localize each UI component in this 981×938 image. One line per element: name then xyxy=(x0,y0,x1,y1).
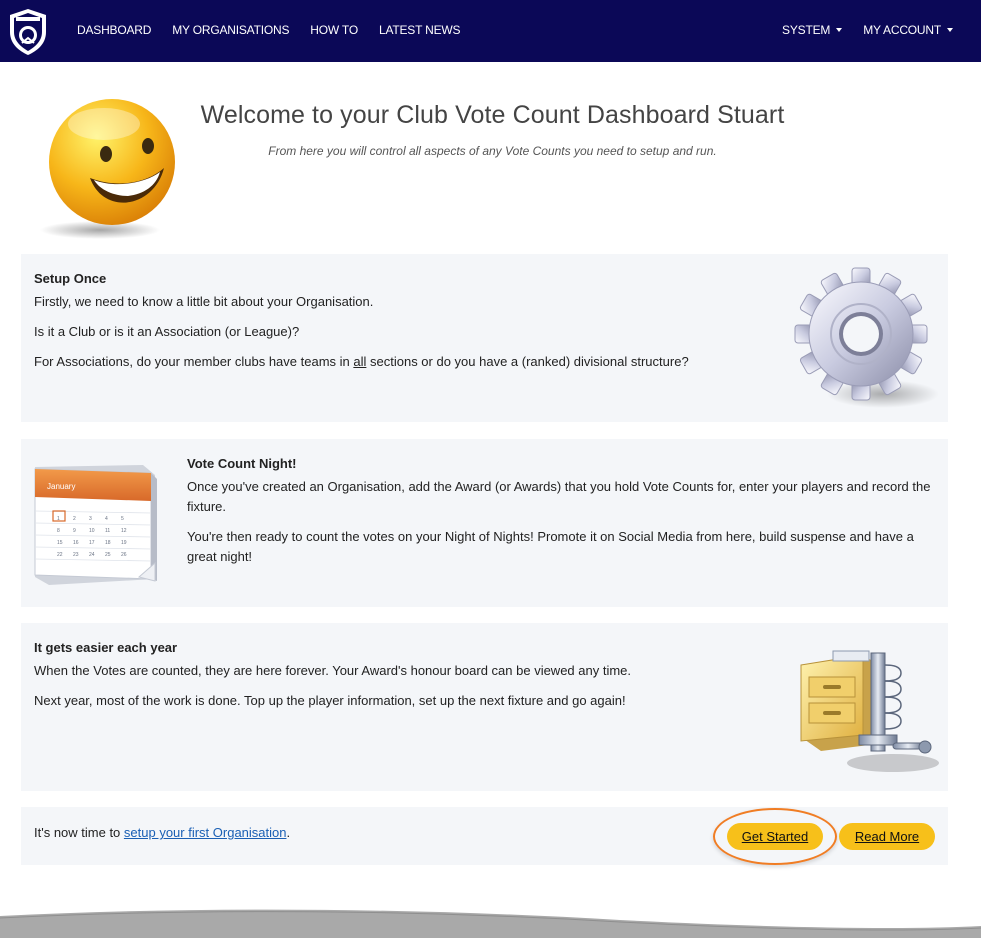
card-paragraph: Firstly, we need to know a little bit ab… xyxy=(34,294,374,309)
svg-text:18: 18 xyxy=(105,540,111,546)
chevron-down-icon xyxy=(836,27,843,32)
easier-each-year-card: It gets easier each year When the Votes … xyxy=(21,623,948,791)
card-paragraph: Once you've created an Organisation, add… xyxy=(187,479,931,514)
svg-text:10: 10 xyxy=(89,528,95,534)
svg-text:5: 5 xyxy=(121,516,124,522)
svg-text:15: 15 xyxy=(57,540,63,546)
page-title: Welcome to your Club Vote Count Dashboar… xyxy=(200,101,785,129)
setup-once-card: Setup Once Firstly, we need to know a li… xyxy=(21,254,948,422)
svg-text:23: 23 xyxy=(73,552,79,558)
nav-system-label: SYSTEM xyxy=(782,23,831,37)
nav-my-organisations[interactable]: MY ORGANISATIONS xyxy=(172,23,289,37)
svg-text:11: 11 xyxy=(105,528,110,534)
vote-count-night-card: January 12345 8 9 10 11 12 15 16 17 18 19 22 23 24… xyxy=(21,439,948,607)
nav-system-dropdown[interactable]: SYSTEM xyxy=(782,23,843,37)
card-paragraph: You're then ready to count the votes on … xyxy=(187,529,914,564)
svg-text:12: 12 xyxy=(121,528,127,534)
card-title: Setup Once xyxy=(34,271,107,286)
get-started-button[interactable]: Get Started xyxy=(727,823,823,850)
footer-wave xyxy=(0,909,981,938)
cta-text: It's now time to setup your first Organi… xyxy=(34,825,290,840)
top-navbar: DASHBOARD MY ORGANISATIONS HOW TO LATEST… xyxy=(0,0,981,62)
archive-cabinet-icon xyxy=(800,650,939,772)
card-paragraph: For Associations, do your member clubs h… xyxy=(34,352,754,372)
chevron-down-icon xyxy=(947,27,953,32)
svg-text:19: 19 xyxy=(121,540,127,546)
card-title: It gets easier each year xyxy=(34,640,178,655)
card-paragraph: When the Votes are counted, they are her… xyxy=(34,663,632,678)
nav-how-to[interactable]: HOW TO xyxy=(310,23,358,37)
paragraph-text: sections or do you have a (ranked) divis… xyxy=(366,354,689,369)
svg-text:2: 2 xyxy=(73,516,76,522)
svg-text:4: 4 xyxy=(105,516,108,522)
nav-dashboard[interactable]: DASHBOARD xyxy=(77,23,151,37)
setup-organisation-link[interactable]: setup your first Organisation xyxy=(124,825,287,840)
card-paragraph: Next year, most of the work is done. Top… xyxy=(34,693,626,708)
emphasis-text: all xyxy=(353,354,367,369)
nav-my-account-label: MY ACCOUNT xyxy=(863,23,941,37)
nav-my-account-dropdown[interactable]: MY ACCOUNT xyxy=(863,23,953,37)
calendar-month-label: January xyxy=(47,482,75,491)
svg-text:9: 9 xyxy=(73,528,76,534)
cta-text-before: It's now time to xyxy=(34,825,124,840)
svg-text:24: 24 xyxy=(89,552,95,558)
card-title: Vote Count Night! xyxy=(187,456,297,471)
svg-text:8: 8 xyxy=(57,528,60,534)
calendar-icon: January 12345 8 9 10 11 12 15 16 17 18 19 22 23 24… xyxy=(34,465,157,585)
svg-text:16: 16 xyxy=(73,540,79,546)
page-subtitle: From here you will control all aspects o… xyxy=(268,144,717,158)
svg-text:26: 26 xyxy=(121,552,127,558)
svg-text:22: 22 xyxy=(57,552,63,558)
svg-text:17: 17 xyxy=(89,540,95,546)
paragraph-text: For Associations, do your member clubs h… xyxy=(34,354,354,369)
gear-icon xyxy=(794,267,939,408)
svg-text:3: 3 xyxy=(89,516,92,522)
card-paragraph: Is it a Club or is it an Association (or… xyxy=(34,324,300,339)
call-to-action-card: It's now time to setup your first Organi… xyxy=(21,807,948,865)
cta-text-after: . xyxy=(286,825,291,840)
club-crest-icon[interactable] xyxy=(6,8,50,56)
svg-text:25: 25 xyxy=(105,552,111,558)
read-more-button[interactable]: Read More xyxy=(839,823,935,850)
nav-latest-news[interactable]: LATEST NEWS xyxy=(379,23,461,37)
